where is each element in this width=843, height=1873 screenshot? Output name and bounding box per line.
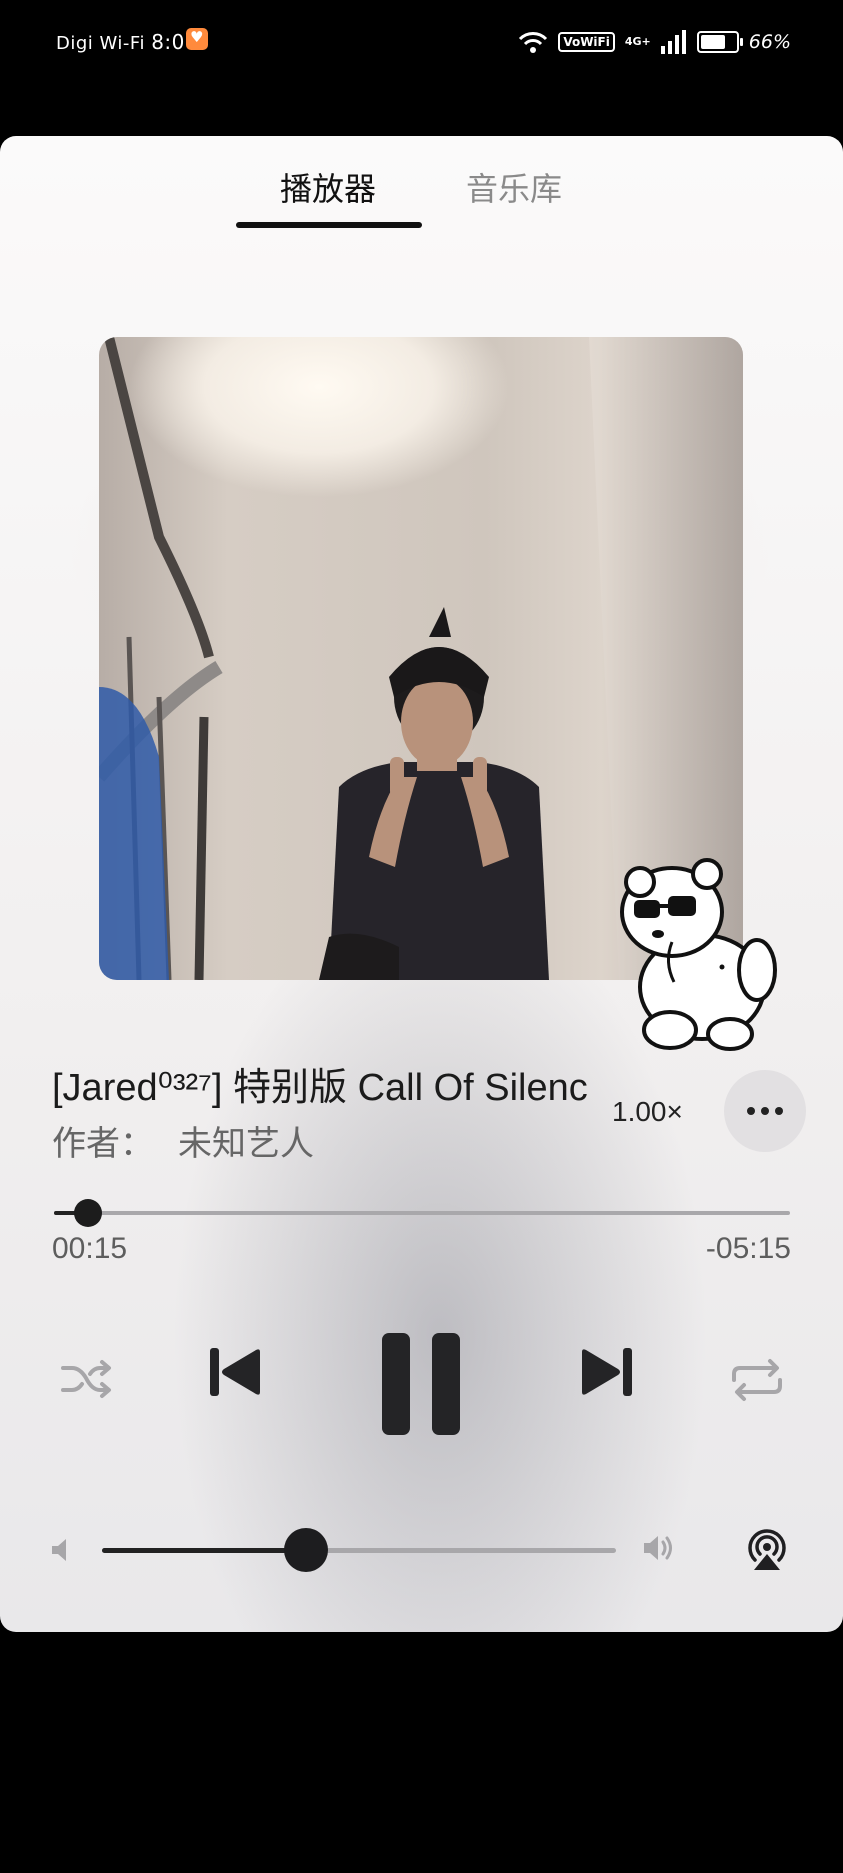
progress-scrubber[interactable] — [73, 1199, 102, 1227]
airplay-button[interactable] — [744, 1526, 790, 1576]
progress-bar[interactable] — [54, 1199, 790, 1227]
volume-slider[interactable] — [102, 1528, 616, 1572]
notification-app-icon — [186, 28, 208, 50]
status-bar: Digi Wi-Fi 8:07 VoWiFi 4G+ 66% — [0, 0, 843, 90]
carrier-time: Digi Wi-Fi 8:07 — [56, 30, 198, 54]
volume-fill — [102, 1548, 307, 1553]
more-dot-icon — [761, 1107, 769, 1115]
pause-icon — [382, 1333, 460, 1435]
repeat-icon — [732, 1359, 782, 1401]
playback-speed-button[interactable]: 1.00× — [612, 1096, 683, 1128]
signal-icon — [660, 30, 687, 54]
active-tab-indicator — [236, 222, 422, 228]
pause-button[interactable] — [380, 1331, 462, 1437]
volume-high-icon — [642, 1532, 676, 1568]
more-dot-icon — [747, 1107, 755, 1115]
elapsed-time: 00:15 — [52, 1232, 128, 1265]
next-icon — [582, 1348, 632, 1396]
bear-sticker — [612, 852, 792, 1052]
repeat-button[interactable] — [730, 1358, 784, 1402]
artist-label: 作者： — [52, 1124, 154, 1164]
more-options-button[interactable] — [724, 1070, 806, 1152]
volume-knob[interactable] — [284, 1528, 329, 1572]
tab-bar: 播放器 音乐库 — [0, 136, 843, 232]
battery-percent: 66% — [748, 31, 791, 53]
status-icons: VoWiFi 4G+ 66% — [518, 28, 791, 56]
artist-row: 作者： 未知艺人 — [52, 1116, 314, 1165]
carrier-name: Digi Wi-Fi — [56, 33, 145, 54]
network-type: 4G+ — [624, 35, 651, 48]
battery-icon — [696, 31, 743, 53]
shuffle-icon — [61, 1360, 111, 1398]
remaining-time: -05:15 — [705, 1232, 791, 1265]
artist-name: 未知艺人 — [178, 1124, 314, 1164]
player-card: 播放器 音乐库 [Jared⁰³²⁷] 特别版 Call Of Silenc 作… — [0, 136, 843, 1632]
previous-icon — [210, 1348, 260, 1396]
next-track-button[interactable] — [578, 1346, 634, 1398]
tab-player[interactable]: 播放器 — [280, 164, 376, 210]
airplay-icon — [748, 1529, 786, 1570]
tab-library[interactable]: 音乐库 — [466, 164, 562, 210]
previous-track-button[interactable] — [208, 1346, 264, 1398]
wifi-icon — [518, 30, 548, 54]
more-dot-icon — [775, 1107, 783, 1115]
volume-low-icon — [50, 1537, 72, 1567]
shuffle-button[interactable] — [60, 1358, 114, 1402]
vowifi-badge: VoWiFi — [558, 32, 615, 52]
song-title: [Jared⁰³²⁷] 特别版 Call Of Silenc — [52, 1067, 588, 1109]
